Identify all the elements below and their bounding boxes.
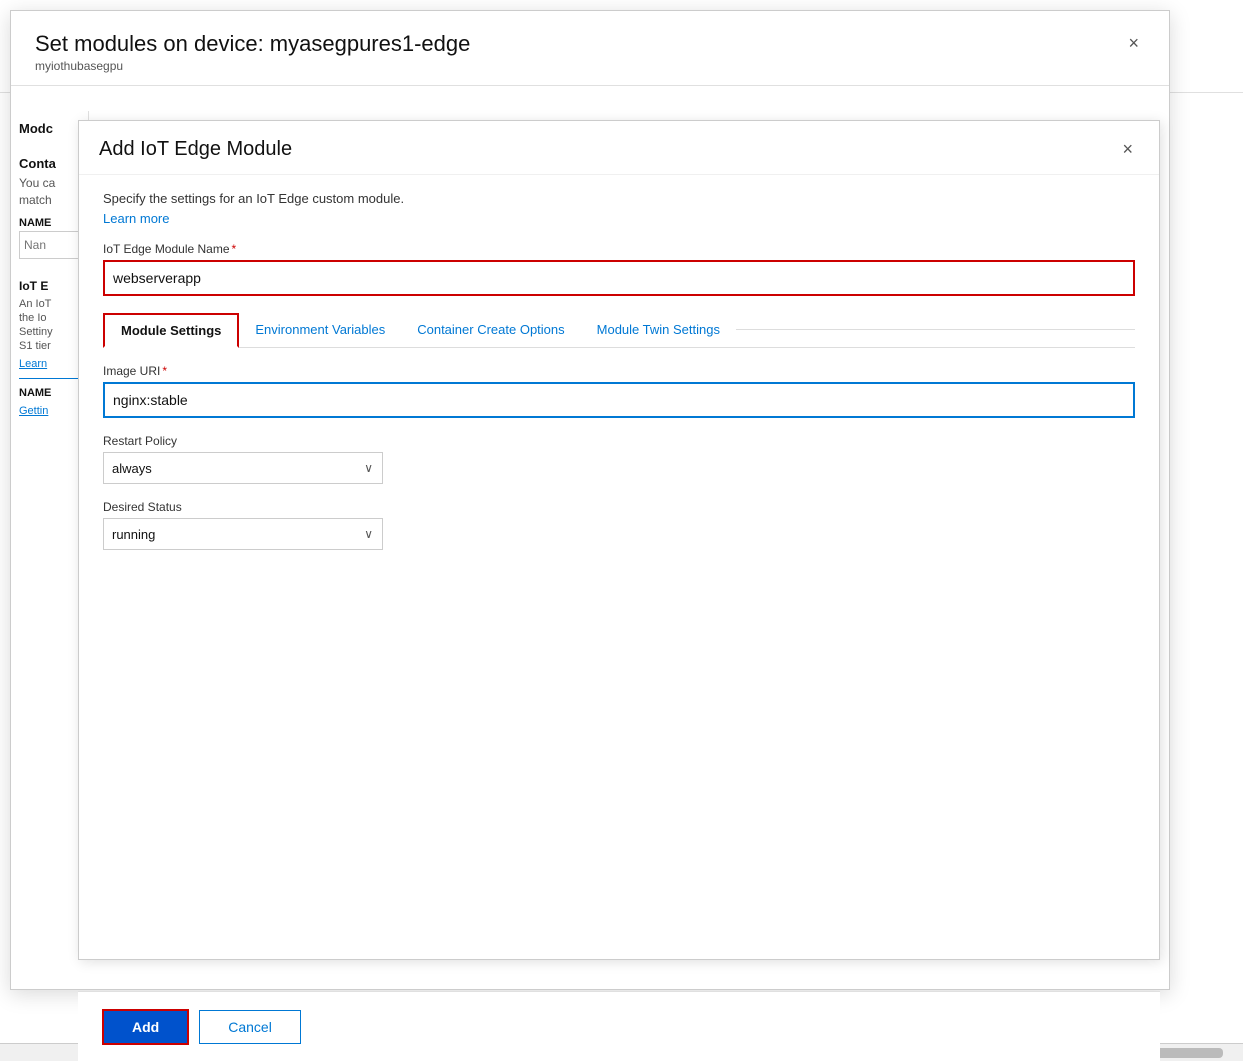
- left-panel-text-2b: match: [19, 192, 80, 209]
- cancel-button[interactable]: Cancel: [199, 1010, 301, 1044]
- restart-policy-wrapper: always never on-failure on-unhealthy: [103, 452, 383, 484]
- module-name-input[interactable]: [103, 260, 1135, 296]
- module-name-label: IoT Edge Module Name*: [103, 242, 1135, 256]
- left-panel-iot-text3: Settiny: [19, 325, 80, 339]
- tab-module-settings[interactable]: Module Settings: [103, 313, 239, 348]
- left-panel-getting-link[interactable]: Gettin: [19, 405, 48, 417]
- left-panel-iot-text4: S1 tier: [19, 339, 80, 353]
- dialog-subtitle: myiothubasegpu: [35, 59, 470, 73]
- inner-panel-title: Add IoT Edge Module: [99, 138, 292, 161]
- dialog-close-button[interactable]: ×: [1122, 31, 1145, 56]
- left-panel-name-input[interactable]: [19, 231, 80, 259]
- left-panel-iot-text2: the Io: [19, 311, 80, 325]
- inner-panel-footer: Add Cancel: [78, 991, 1160, 1061]
- add-iot-edge-module-dialog: Add IoT Edge Module × Specify the settin…: [78, 120, 1160, 960]
- image-uri-group: Image URI*: [103, 364, 1135, 418]
- left-panel-iot-label: IoT E: [19, 279, 80, 293]
- desired-status-label: Desired Status: [103, 500, 1135, 514]
- dialog-title: Set modules on device: myasegpures1-edge: [35, 31, 470, 57]
- desired-status-select[interactable]: running stopped: [103, 518, 383, 550]
- image-uri-label: Image URI*: [103, 364, 1135, 378]
- inner-close-button[interactable]: ×: [1116, 137, 1139, 162]
- restart-policy-group: Restart Policy always never on-failure o…: [103, 434, 1135, 484]
- left-panel-section-2: Conta You ca match NAME: [19, 156, 80, 259]
- left-panel-label-1: Modc: [19, 121, 80, 136]
- tab-module-twin-settings[interactable]: Module Twin Settings: [581, 314, 736, 345]
- learn-more-link[interactable]: Learn more: [103, 211, 169, 226]
- left-panel-field-label-2: NAME: [19, 217, 80, 229]
- module-name-group: IoT Edge Module Name*: [103, 242, 1135, 296]
- tab-divider: [736, 329, 1135, 330]
- desired-status-wrapper: running stopped: [103, 518, 383, 550]
- left-panel-label-2: Conta: [19, 156, 80, 171]
- desired-status-group: Desired Status running stopped: [103, 500, 1135, 550]
- tab-environment-variables[interactable]: Environment Variables: [239, 314, 401, 345]
- left-panel-section-1: Modc: [19, 121, 80, 136]
- module-name-required: *: [232, 242, 237, 256]
- left-panel-text-2a: You ca: [19, 175, 80, 192]
- left-panel-name-label: NAME: [19, 387, 80, 399]
- tab-container-create-options[interactable]: Container Create Options: [401, 314, 580, 345]
- add-button[interactable]: Add: [102, 1009, 189, 1045]
- left-panel-learn-link[interactable]: Learn: [19, 358, 47, 370]
- image-uri-required: *: [162, 364, 167, 378]
- inner-panel-body: Specify the settings for an IoT Edge cus…: [79, 175, 1159, 959]
- tabs-container: Module Settings Environment Variables Co…: [103, 312, 1135, 348]
- description-text: Specify the settings for an IoT Edge cus…: [103, 191, 1135, 206]
- left-panel-section-3: IoT E An IoT the Io Settiny S1 tier Lear…: [19, 279, 80, 417]
- inner-panel-header: Add IoT Edge Module ×: [79, 121, 1159, 175]
- left-panel-divider: [19, 378, 80, 379]
- restart-policy-select[interactable]: always never on-failure on-unhealthy: [103, 452, 383, 484]
- image-uri-input[interactable]: [103, 382, 1135, 418]
- left-panel-iot-text1: An IoT: [19, 297, 80, 311]
- restart-policy-label: Restart Policy: [103, 434, 1135, 448]
- dialog-header: Set modules on device: myasegpures1-edge…: [11, 11, 1169, 86]
